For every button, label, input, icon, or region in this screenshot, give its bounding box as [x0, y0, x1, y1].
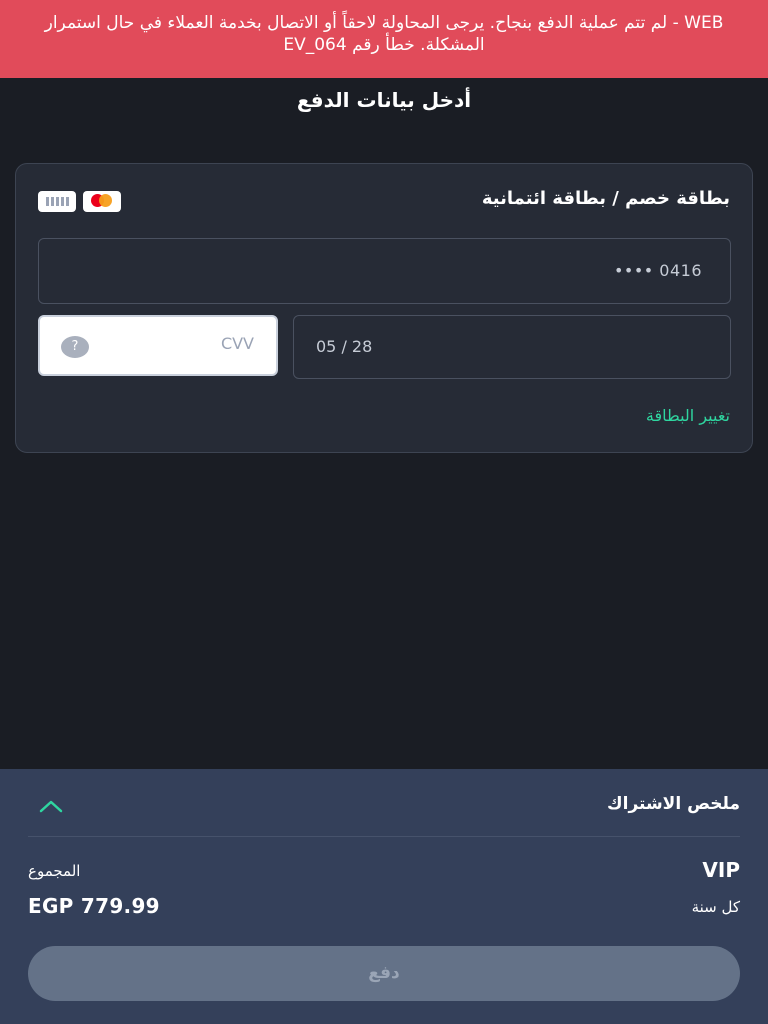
change-card-link[interactable]: تغيير البطاقة: [646, 406, 730, 425]
expiry-date-value: 05 / 28: [316, 337, 373, 356]
pay-button[interactable]: دفع: [28, 946, 740, 1001]
chevron-up-icon[interactable]: [37, 797, 65, 815]
plan-period: كل سنة: [691, 898, 740, 916]
summary-title: ملخص الاشتراك: [607, 794, 740, 814]
expiry-date-field[interactable]: 05 / 28: [293, 315, 731, 379]
plan-name: VIP: [702, 858, 740, 882]
subscription-summary: ملخص الاشتراك VIP كل سنة المجموع EGP 779…: [0, 769, 768, 1024]
page-title: أدخل بيانات الدفع: [296, 88, 472, 112]
total-value: EGP 779.99: [28, 894, 160, 918]
help-icon[interactable]: ?: [61, 336, 89, 358]
card-number-value: •••• 0416: [613, 261, 702, 280]
mastercard-icon: [83, 191, 121, 212]
error-banner: WEB - لم تتم عملية الدفع بنجاح. يرجى الم…: [0, 0, 768, 78]
generic-card-icon: [38, 191, 76, 212]
card-number-field[interactable]: •••• 0416: [38, 238, 731, 304]
summary-divider: [28, 836, 740, 837]
card-logos: [38, 191, 121, 212]
card-type-heading: بطاقة خصم / بطاقة ائتمانية: [481, 188, 730, 209]
cvv-input[interactable]: CVV ?: [38, 315, 278, 376]
card-payment-panel: بطاقة خصم / بطاقة ائتمانية •••• 0416 05 …: [15, 163, 753, 453]
cvv-placeholder: CVV: [220, 334, 254, 353]
total-label: المجموع: [28, 862, 81, 880]
